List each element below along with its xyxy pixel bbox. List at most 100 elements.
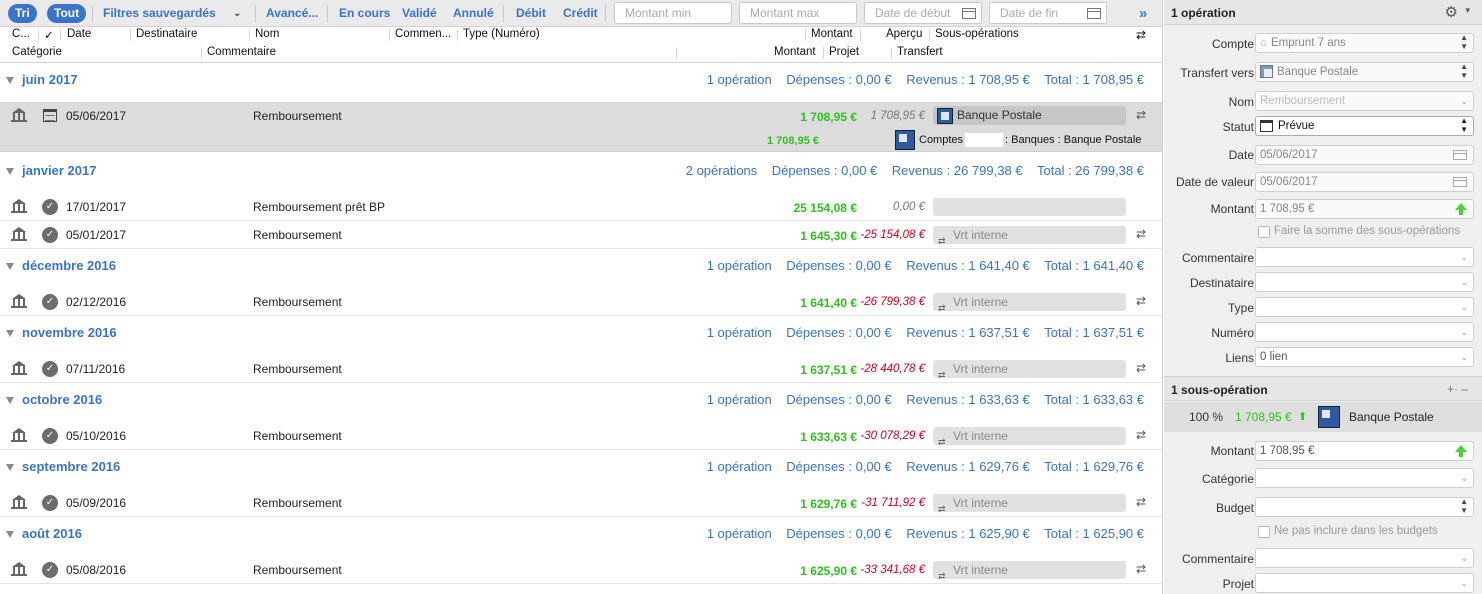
type-field[interactable]: ⌄ — [1255, 297, 1474, 317]
group-header[interactable]: août 2016 1 opération Dépenses : 0,00 € … — [0, 518, 1162, 552]
col-project[interactable]: Projet — [829, 46, 859, 58]
credit-arrow-icon[interactable] — [1455, 203, 1467, 215]
table-row[interactable]: ✓ 02/12/2016 Remboursement 1 641,40 € -2… — [0, 288, 1162, 316]
transfer-swap-icon[interactable]: ⇄ — [1136, 495, 1146, 509]
col-amount[interactable]: Montant — [811, 28, 853, 40]
payee-field[interactable]: ⌄ — [1255, 272, 1474, 292]
calendar-icon[interactable] — [1453, 177, 1467, 187]
saved-filters-menu[interactable]: Filtres sauvegardés — [103, 0, 216, 27]
col-date[interactable]: Date — [67, 28, 91, 40]
sum-subops-checkbox[interactable] — [1258, 226, 1270, 238]
transfer-field[interactable]: ⇄ Vrt interne — [933, 360, 1126, 380]
disclosure-triangle-icon[interactable] — [6, 464, 14, 471]
advanced-filter-button[interactable]: Avancé... — [266, 0, 318, 27]
swap-columns-icon[interactable]: ⇄ — [1136, 28, 1146, 42]
chevron-down-icon[interactable]: ▾ — [1465, 5, 1470, 16]
sort-button[interactable]: Tri — [8, 4, 37, 23]
transfer-field[interactable]: ⇄ Vrt interne — [933, 494, 1126, 514]
number-field[interactable]: ⌄ — [1255, 322, 1474, 342]
filter-credit[interactable]: Crédit — [563, 0, 598, 27]
add-remove-subop-buttons[interactable]: +· – — [1447, 382, 1468, 396]
validated-check-icon[interactable]: ✓ — [42, 294, 58, 310]
col-type[interactable]: Type (Numéro) — [463, 28, 540, 40]
table-row[interactable]: ✓ 05/10/2016 Remboursement 1 633,63 € -3… — [0, 422, 1162, 450]
project-field[interactable]: ⌄ — [1255, 573, 1474, 593]
group-header[interactable]: décembre 2016 1 opération Dépenses : 0,0… — [0, 250, 1162, 284]
date-start-input[interactable]: Date de début — [864, 2, 982, 24]
validated-check-icon[interactable]: ✓ — [42, 227, 58, 243]
amount-max-input[interactable]: Montant max — [739, 2, 857, 24]
collapse-panel-icon[interactable]: » — [1139, 0, 1147, 27]
transfer-field[interactable]: ⇄ Vrt interne — [933, 561, 1126, 581]
group-header[interactable]: octobre 2016 1 opération Dépenses : 0,00… — [0, 384, 1162, 418]
col-c[interactable]: C... — [12, 28, 30, 40]
group-header[interactable]: septembre 2016 1 opération Dépenses : 0,… — [0, 451, 1162, 485]
table-row[interactable]: ✓ 17/01/2017 Remboursement prêt BP 25 15… — [0, 193, 1162, 221]
disclosure-triangle-icon[interactable] — [6, 330, 14, 337]
amount-min-input[interactable]: Montant min — [614, 2, 732, 24]
sub-amount-field[interactable]: 1 708,95 € — [1255, 441, 1474, 461]
account-select[interactable]: ⌂ Emprunt 7 ans ▲ ▼ — [1255, 33, 1474, 53]
transfer-swap-icon[interactable]: ⇄ — [1136, 361, 1146, 375]
group-header[interactable]: janvier 2017 2 opérations Dépenses : 0,0… — [0, 155, 1162, 189]
transfer-swap-icon[interactable]: ⇄ — [1136, 562, 1146, 576]
links-select[interactable]: 0 lien ⌄ — [1255, 347, 1474, 367]
disclosure-triangle-icon[interactable] — [6, 77, 14, 84]
col-preview[interactable]: Aperçu — [886, 28, 922, 40]
col-category[interactable]: Catégorie — [12, 46, 62, 58]
table-row[interactable]: ✓ 07/11/2016 Remboursement 1 637,51 € -2… — [0, 355, 1162, 383]
sub-comment-field[interactable]: ⌄ — [1255, 548, 1474, 568]
calendar-icon[interactable] — [1453, 150, 1467, 160]
filter-cancelled[interactable]: Annulé — [453, 0, 494, 27]
transfer-account[interactable]: Banque Postale — [933, 106, 1126, 125]
transfer-swap-icon[interactable]: ⇄ — [1136, 227, 1146, 241]
validated-check-icon[interactable]: ✓ — [42, 361, 58, 377]
col-name[interactable]: Nom — [255, 28, 279, 40]
col-payee[interactable]: Destinataire — [136, 28, 197, 40]
table-row-selected[interactable]: 05/06/2017 Remboursement 1 708,95 € 1 70… — [0, 102, 1162, 152]
col-comment-short[interactable]: Commen... — [395, 28, 451, 40]
transfer-swap-icon[interactable]: ⇄ — [1136, 294, 1146, 308]
filter-validated[interactable]: Validé — [402, 0, 437, 27]
disclosure-triangle-icon[interactable] — [6, 531, 14, 538]
filter-all-button[interactable]: Tout — [47, 4, 87, 23]
col-amount-2[interactable]: Montant — [774, 46, 816, 58]
chevron-down-icon[interactable]: ⌄ — [233, 0, 241, 27]
exclude-budget-checkbox[interactable] — [1258, 526, 1270, 538]
validated-check-icon[interactable]: ✓ — [42, 428, 58, 444]
validated-check-icon[interactable]: ✓ — [42, 562, 58, 578]
transfer-field[interactable]: ⇄ Vrt interne — [933, 293, 1126, 313]
transfer-field[interactable]: ⇄ Vrt interne — [933, 427, 1126, 447]
amount-field[interactable]: 1 708,95 € — [1255, 199, 1474, 219]
table-row[interactable]: ✓ 05/01/2017 Remboursement 1 645,30 € -2… — [0, 221, 1162, 249]
budget-select[interactable]: ▲ ▼ — [1255, 497, 1474, 517]
group-header[interactable]: juin 2017 1 opération Dépenses : 0,00 € … — [0, 64, 1162, 98]
transfer-swap-icon[interactable]: ⇄ — [1136, 428, 1146, 442]
disclosure-triangle-icon[interactable] — [6, 168, 14, 175]
gear-icon[interactable]: ⚙ — [1445, 3, 1458, 21]
filter-debit[interactable]: Débit — [516, 0, 546, 27]
subop-line[interactable]: 100 % 1 708,95 € ⬆ Banque Postale — [1164, 402, 1482, 432]
col-comment[interactable]: Commentaire — [207, 46, 276, 58]
validated-check-icon[interactable]: ✓ — [42, 495, 58, 511]
name-field[interactable]: Remboursement ⌄ — [1255, 91, 1474, 111]
status-select[interactable]: Prévue ▲ ▼ — [1255, 116, 1474, 136]
value-date-field[interactable]: 05/06/2017 — [1255, 172, 1474, 192]
transfer-swap-icon[interactable]: ⇄ — [1136, 108, 1146, 122]
date-field[interactable]: 05/06/2017 — [1255, 145, 1474, 165]
disclosure-triangle-icon[interactable] — [6, 397, 14, 404]
date-end-input[interactable]: Date de fin — [989, 2, 1107, 24]
category-field[interactable]: ⌄ — [1255, 468, 1474, 488]
filter-in-progress[interactable]: En cours — [339, 0, 390, 27]
table-row[interactable]: ✓ 05/08/2016 Remboursement 1 625,90 € -3… — [0, 556, 1162, 584]
transfer-to-select[interactable]: Banque Postale ▲ ▼ — [1255, 62, 1474, 82]
col-transfer[interactable]: Transfert — [897, 46, 943, 58]
transfer-field[interactable] — [933, 198, 1126, 216]
validated-check-icon[interactable]: ✓ — [42, 199, 58, 215]
credit-arrow-icon[interactable] — [1455, 445, 1467, 457]
disclosure-triangle-icon[interactable] — [6, 263, 14, 270]
col-check[interactable]: ✓ — [44, 28, 54, 42]
group-header[interactable]: novembre 2016 1 opération Dépenses : 0,0… — [0, 317, 1162, 351]
transfer-field[interactable]: ⇄ Vrt interne — [933, 226, 1126, 246]
col-sub-ops[interactable]: Sous-opérations — [935, 28, 1019, 40]
